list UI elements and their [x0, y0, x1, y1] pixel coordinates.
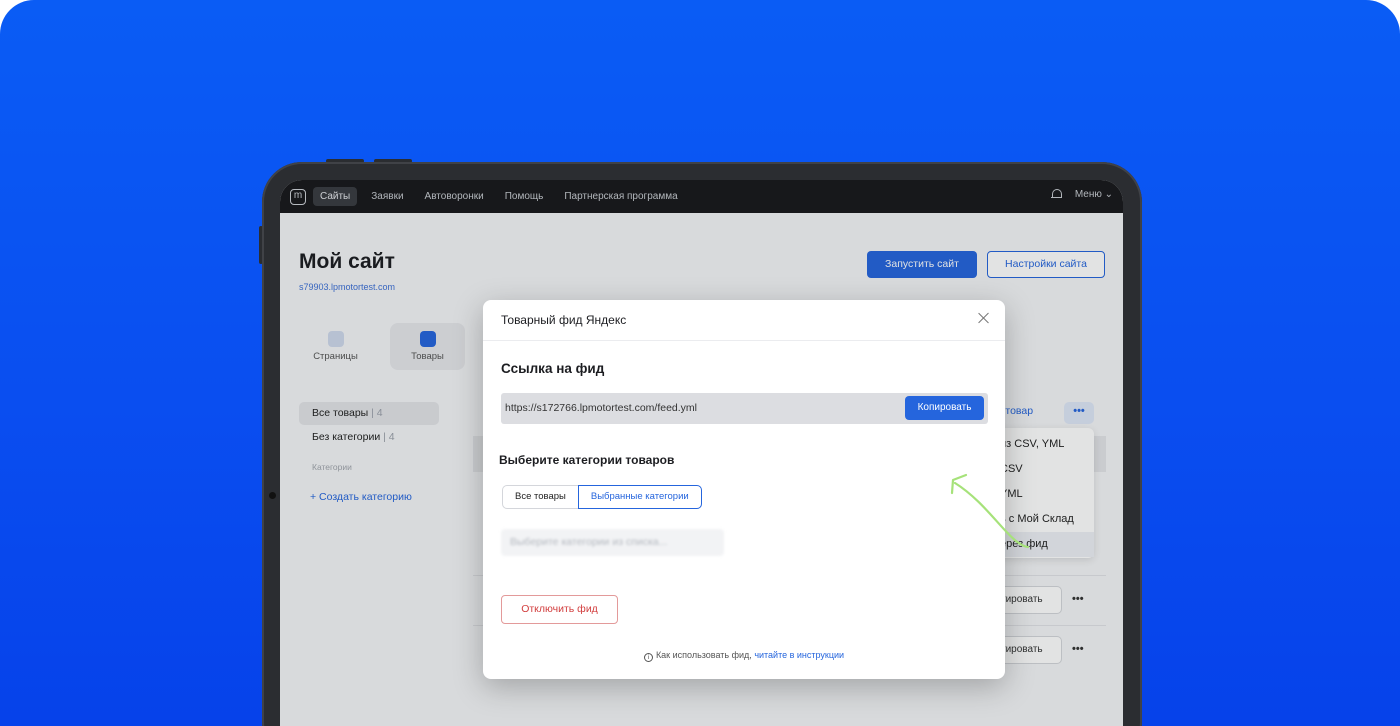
modal-title: Товарный фид Яндекс	[501, 313, 627, 327]
tablet-camera	[269, 492, 276, 499]
annotation-arrow-icon	[950, 473, 1030, 549]
modal-divider	[483, 340, 1005, 341]
yandex-feed-modal: Товарный фид Яндекс Ссылка на фид https:…	[483, 300, 1005, 679]
categories-section-title: Выберите категории товаров	[499, 453, 675, 467]
feed-url-text: https://s172766.lpmotortest.com/feed.yml	[505, 402, 698, 414]
copy-button[interactable]: Копировать	[905, 396, 984, 420]
help-text: Как использовать фид,	[655, 650, 752, 660]
help-footer: i Как использовать фид, читайте в инструк…	[483, 650, 1005, 662]
category-select-input[interactable]: Выберите категории из списка...	[501, 529, 724, 556]
info-icon: i	[643, 653, 653, 662]
segment-selected-categories[interactable]: Выбранные категории	[577, 485, 702, 509]
feed-link-title: Ссылка на фид	[501, 361, 605, 376]
feed-url-field[interactable]: https://s172766.lpmotortest.com/feed.yml…	[501, 393, 988, 424]
instructions-link[interactable]: читайте в инструкции	[754, 650, 844, 660]
segment-all-goods[interactable]: Все товары	[502, 485, 578, 509]
disable-feed-button[interactable]: Отключить фид	[501, 595, 618, 624]
category-mode-toggle: Все товары Выбранные категории	[502, 485, 702, 509]
close-icon[interactable]	[978, 312, 990, 324]
